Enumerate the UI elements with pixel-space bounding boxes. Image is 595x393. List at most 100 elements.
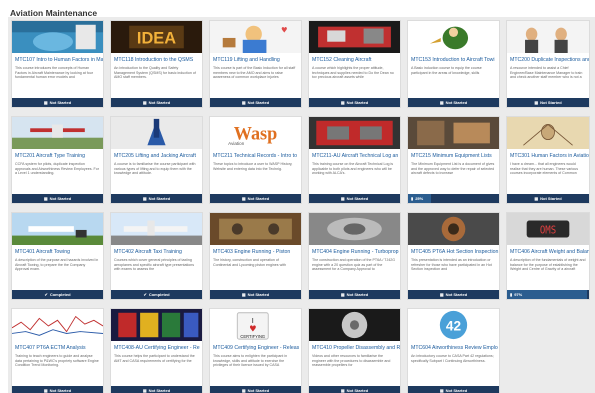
course-title-link[interactable]: MTC406 Aircraft Weight and Balanc: [507, 245, 589, 256]
course-status-label: Not Started: [247, 388, 270, 393]
course-title-link[interactable]: MTC107 Intro to Human Factors in Ma: [12, 53, 103, 64]
course-thumbnail[interactable]: [507, 117, 589, 149]
course-title-link[interactable]: MTC152 Cleaning Aircraft: [309, 53, 400, 64]
course-title-link[interactable]: MTC201 Aircraft Type Training: [12, 149, 103, 160]
course-title-link[interactable]: MTC410 Propeller Disassembly and R: [309, 341, 400, 352]
course-title-link[interactable]: MTC405 PT6A Hot Section Inspection: [408, 245, 499, 256]
course-status-bar[interactable]: ▦ Not Started: [309, 98, 400, 107]
course-thumbnail[interactable]: [12, 117, 103, 149]
svg-text:Aviation: Aviation: [228, 141, 244, 146]
course-title-link[interactable]: MTC211 Technical Records - Intro to: [210, 149, 301, 160]
svg-text:OMS: OMS: [540, 225, 556, 237]
course-status-bar[interactable]: ▦ Not Started: [507, 98, 589, 107]
course-status-bar[interactable]: ▮ 97%: [507, 290, 589, 299]
course-card[interactable]: MTC153 Introduction to Aircraft Towi A Ba…: [407, 20, 500, 108]
course-thumbnail[interactable]: 42: [408, 309, 499, 341]
course-card[interactable]: MTC408-AU Certifying Engineer - Re This c…: [110, 308, 203, 393]
course-status-bar[interactable]: ▦ Not Started: [12, 98, 103, 107]
course-title-link[interactable]: MTC408-AU Certifying Engineer - Re: [111, 341, 202, 352]
course-thumbnail[interactable]: [12, 21, 103, 53]
course-status-bar[interactable]: ▦ Not Started: [309, 290, 400, 299]
course-thumbnail[interactable]: [408, 21, 499, 53]
course-card[interactable]: MTC152 Cleaning Aircraft A course which h…: [308, 20, 401, 108]
course-thumbnail[interactable]: [12, 213, 103, 245]
course-title-link[interactable]: MTC200 Duplicate Inspections and: [507, 53, 589, 64]
course-status-bar[interactable]: ▦ Not Started: [210, 194, 301, 203]
course-status-bar[interactable]: ▦ Not Started: [309, 194, 400, 203]
course-status-bar[interactable]: ▮ 25%: [408, 194, 499, 203]
course-card[interactable]: MTC403 Engine Running - Piston The histor…: [209, 212, 302, 300]
course-thumbnail[interactable]: [111, 117, 202, 149]
course-thumbnail[interactable]: [309, 213, 400, 245]
course-thumbnail[interactable]: [309, 117, 400, 149]
course-status-bar[interactable]: ▦ Not Started: [210, 290, 301, 299]
course-thumbnail[interactable]: OMS: [507, 213, 589, 245]
course-card[interactable]: I ♥ CERTIFYING MTC409 Certifying Engineer -…: [209, 308, 302, 393]
course-card[interactable]: MTC405 PT6A Hot Section Inspection This p…: [407, 212, 500, 300]
course-title-link[interactable]: MTC604 Airworthiness Review Emplo: [408, 341, 499, 352]
course-card[interactable]: MTC404 Engine Running - Turboprop The con…: [308, 212, 401, 300]
course-title-link[interactable]: MTC119 Lifting and Handling: [210, 53, 301, 64]
course-title-link[interactable]: MTC407 PT6A ECTM Analysis: [12, 341, 103, 352]
course-status-bar[interactable]: ✔ Completed: [12, 290, 103, 299]
course-status-label: Not Started: [445, 100, 468, 105]
course-title-link[interactable]: MTC402 Aircraft Taxi Training: [111, 245, 202, 256]
course-thumbnail[interactable]: [408, 117, 499, 149]
course-status-bar[interactable]: ▦ Not Started: [12, 386, 103, 393]
course-thumbnail[interactable]: [210, 213, 301, 245]
course-thumbnail[interactable]: [309, 309, 400, 341]
course-thumbnail[interactable]: [408, 213, 499, 245]
course-card[interactable]: MTC410 Propeller Disassembly and R Videos…: [308, 308, 401, 393]
course-description: An introductory course to CASA Part 42 r…: [411, 354, 494, 363]
course-status-bar[interactable]: ▦ Not Started: [111, 194, 202, 203]
course-status-bar[interactable]: ▦ Not Started: [12, 194, 103, 203]
course-status-label: Not Started: [346, 196, 369, 201]
course-card[interactable]: MTC107 Intro to Human Factors in Ma This …: [11, 20, 104, 108]
course-thumbnail[interactable]: [111, 309, 202, 341]
course-card[interactable]: MTC201 Aircraft Type Training CCFA system…: [11, 116, 104, 204]
course-title-link[interactable]: MTC211-AU Aircraft Technical Log an: [309, 149, 400, 160]
course-title-link[interactable]: MTC409 Certifying Engineer - Releas: [210, 341, 301, 352]
course-thumbnail[interactable]: [111, 213, 202, 245]
course-status-bar[interactable]: ▦ Not Started: [210, 386, 301, 393]
course-thumbnail[interactable]: ♥: [210, 21, 301, 53]
course-thumbnail[interactable]: [12, 309, 103, 341]
course-title-link[interactable]: MTC153 Introduction to Aircraft Towi: [408, 53, 499, 64]
course-card[interactable]: MTC205 Lifting and Jacking Aircraft A cou…: [110, 116, 203, 204]
course-card[interactable]: 42 MTC604 Airworthiness Review Emplo An in…: [407, 308, 500, 393]
course-card[interactable]: Wasp Aviation MTC211 Technical Records - I…: [209, 116, 302, 204]
course-thumbnail[interactable]: IDEA: [111, 21, 202, 53]
course-title-link[interactable]: MTC215 Minimum Equipment Lists: [408, 149, 499, 160]
course-status-bar[interactable]: ▦ Not Started: [111, 386, 202, 393]
course-card[interactable]: MTC200 Duplicate Inspections and A resour…: [506, 20, 590, 108]
course-card[interactable]: MTC401 Aircraft Towing A description of t…: [11, 212, 104, 300]
course-card[interactable]: IDEA MTC118 Introduction to the QSMS An in…: [110, 20, 203, 108]
course-status-bar[interactable]: ✔ Completed: [111, 290, 202, 299]
course-title-link[interactable]: MTC205 Lifting and Jacking Aircraft: [111, 149, 202, 160]
course-title-link[interactable]: MTC401 Aircraft Towing: [12, 245, 103, 256]
course-title-link[interactable]: MTC118 Introduction to the QSMS: [111, 53, 202, 64]
course-title-link[interactable]: MTC301 Human Factors in Aviation: [507, 149, 589, 160]
course-thumbnail[interactable]: Wasp Aviation: [210, 117, 301, 149]
course-status-bar[interactable]: ▦ Not Started: [309, 386, 400, 393]
course-card[interactable]: MTC407 PT6A ECTM Analysis Training to tea…: [11, 308, 104, 393]
course-status-label: Not Started: [540, 196, 562, 201]
course-card[interactable]: MTC215 Minimum Equipment Lists The Minimu…: [407, 116, 500, 204]
course-card[interactable]: MTC402 Aircraft Taxi Training Courses whi…: [110, 212, 203, 300]
course-status-bar[interactable]: ▦ Not Started: [408, 386, 499, 393]
course-card[interactable]: MTC301 Human Factors in Aviation I have a…: [506, 116, 590, 204]
course-thumbnail[interactable]: [507, 21, 589, 53]
course-title-link[interactable]: MTC404 Engine Running - Turboprop: [309, 245, 400, 256]
course-status-bar[interactable]: ▦ Not Started: [408, 98, 499, 107]
course-status-bar[interactable]: ▦ Not Started: [507, 194, 589, 203]
course-status-bar[interactable]: ▦ Not Started: [408, 290, 499, 299]
course-card[interactable]: OMS MTC406 Aircraft Weight and Balanc A de…: [506, 212, 590, 300]
course-card[interactable]: MTC211-AU Aircraft Technical Log an This …: [308, 116, 401, 204]
course-status-bar[interactable]: ▦ Not Started: [210, 98, 301, 107]
course-title-link[interactable]: MTC403 Engine Running - Piston: [210, 245, 301, 256]
course-status-label: Not Started: [49, 100, 72, 105]
course-status-bar[interactable]: ▦ Not Started: [111, 98, 202, 107]
course-thumbnail[interactable]: [309, 21, 400, 53]
course-card[interactable]: ♥ MTC119 Lifting and Handling This course …: [209, 20, 302, 108]
course-thumbnail[interactable]: I ♥ CERTIFYING: [210, 309, 301, 341]
